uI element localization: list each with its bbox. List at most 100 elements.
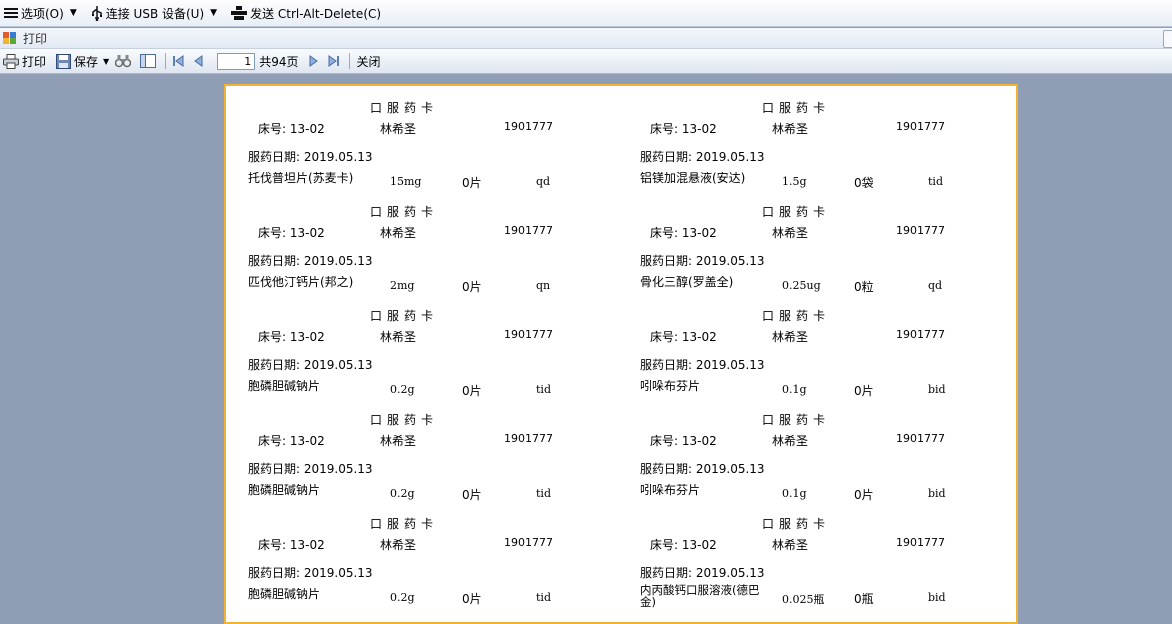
medication-card: 口服药卡 床号: 13-02 林希圣 1901777 服药日期: 2019.05… <box>226 294 616 398</box>
drug-dose: 0.2g <box>390 591 415 604</box>
usb-menu[interactable]: 连接 USB 设备(U) ▼ <box>91 2 217 24</box>
medication-card: 口服药卡 床号: 13-02 林希圣 1901777 服药日期: 2019.05… <box>226 502 616 606</box>
bed-number: 床号: 13-02 <box>258 122 325 136</box>
options-menu[interactable]: 选项(O) ▼ <box>4 2 77 24</box>
medication-date: 服药日期: 2019.05.13 <box>248 150 373 164</box>
chevron-down-icon: ▼ <box>210 8 218 18</box>
drug-quantity: 0粒 <box>854 280 874 294</box>
last-page-button[interactable] <box>325 50 346 72</box>
options-menu-label: 选项(O) <box>21 6 64 21</box>
first-page-icon <box>173 55 184 67</box>
save-dropdown-icon[interactable]: ▼ <box>103 57 109 66</box>
toolbar-separator <box>349 53 351 69</box>
bed-number: 床号: 13-02 <box>258 330 325 344</box>
medication-card: 口服药卡 床号: 13-02 林希圣 1901777 服药日期: 2019.05… <box>618 294 1008 398</box>
print-window-titlebar: 打印 <box>0 28 1172 49</box>
drug-quantity: 0片 <box>462 592 482 606</box>
page-layout-icon <box>140 54 157 68</box>
drug-quantity: 0袋 <box>854 176 874 190</box>
drug-quantity: 0瓶 <box>854 592 874 606</box>
medication-card: 口服药卡 床号: 13-02 林希圣 1901777 服药日期: 2019.05… <box>618 86 1008 190</box>
keyboard-icon <box>231 6 248 20</box>
print-button-label: 打印 <box>22 54 47 69</box>
drug-name: 胞磷胆碱钠片 <box>248 380 321 392</box>
bed-number: 床号: 13-02 <box>650 226 717 240</box>
drug-frequency: tid <box>928 175 943 188</box>
drug-frequency: qd <box>928 279 943 292</box>
print-app-icon <box>3 32 16 44</box>
drug-frequency: bid <box>928 591 946 604</box>
window-edge-handle[interactable] <box>1163 30 1172 48</box>
floppy-disk-icon <box>56 53 72 69</box>
drug-dose: 0.2g <box>390 383 415 396</box>
usb-icon <box>91 6 102 21</box>
card-title: 口服药卡 <box>370 205 439 219</box>
patient-id: 1901777 <box>896 224 945 237</box>
patient-name: 林希圣 <box>380 538 417 552</box>
card-title: 口服药卡 <box>370 309 439 323</box>
drug-quantity: 0片 <box>462 176 482 190</box>
drug-quantity: 0片 <box>462 280 482 294</box>
print-preview-page[interactable]: 口服药卡 床号: 13-02 林希圣 1901777 服药日期: 2019.05… <box>224 84 1018 624</box>
patient-id: 1901777 <box>896 120 945 133</box>
first-page-button[interactable] <box>169 50 190 72</box>
card-title: 口服药卡 <box>370 413 439 427</box>
drug-dose: 0.1g <box>782 383 807 396</box>
patient-id: 1901777 <box>504 328 553 341</box>
card-title: 口服药卡 <box>370 101 439 115</box>
next-page-icon <box>309 55 319 67</box>
card-title: 口服药卡 <box>762 413 831 427</box>
medication-card: 口服药卡 床号: 13-02 林希圣 1901777 服药日期: 2019.05… <box>226 398 616 502</box>
medication-card: 口服药卡 床号: 13-02 林希圣 1901777 服药日期: 2019.05… <box>618 398 1008 502</box>
bed-number: 床号: 13-02 <box>258 434 325 448</box>
medication-date: 服药日期: 2019.05.13 <box>640 150 765 164</box>
page-total-label: 共94页 <box>259 54 299 69</box>
medication-date: 服药日期: 2019.05.13 <box>640 566 765 580</box>
patient-id: 1901777 <box>504 536 553 549</box>
send-cad-button[interactable]: 发送 Ctrl-Alt-Delete(C) <box>231 2 381 24</box>
medication-card: 口服药卡 床号: 13-02 林希圣 1901777 服药日期: 2019.05… <box>226 190 616 294</box>
patient-name: 林希圣 <box>380 434 417 448</box>
previous-page-button[interactable] <box>190 50 209 72</box>
patient-id: 1901777 <box>504 432 553 445</box>
drug-dose: 2mg <box>390 279 415 292</box>
last-page-icon <box>328 55 340 67</box>
hamburger-icon <box>4 8 18 18</box>
save-button[interactable]: 保存 <box>53 50 101 72</box>
drug-frequency: tid <box>536 487 551 500</box>
bed-number: 床号: 13-02 <box>650 330 717 344</box>
card-title: 口服药卡 <box>762 205 831 219</box>
patient-name: 林希圣 <box>380 226 417 240</box>
page-setup-button[interactable] <box>137 50 162 72</box>
page-number-input[interactable] <box>217 52 256 70</box>
drug-frequency: bid <box>928 383 946 396</box>
drug-frequency: qd <box>536 175 551 188</box>
drug-dose: 0.025瓶 <box>782 593 825 606</box>
drug-name: 内丙酸钙口服溶液(德巴金) <box>640 584 760 608</box>
drug-quantity: 0片 <box>462 384 482 398</box>
card-title: 口服药卡 <box>762 309 831 323</box>
card-title: 口服药卡 <box>762 517 831 531</box>
patient-id: 1901777 <box>896 328 945 341</box>
drug-name: 骨化三醇(罗盖全) <box>640 276 734 288</box>
drug-name: 吲哚布芬片 <box>640 380 701 392</box>
close-button-label: 关闭 <box>356 54 381 69</box>
drug-quantity: 0片 <box>854 384 874 398</box>
save-button-label: 保存 <box>74 54 99 69</box>
medication-card: 口服药卡 床号: 13-02 林希圣 1901777 服药日期: 2019.05… <box>618 190 1008 294</box>
print-button[interactable]: 打印 <box>0 50 49 72</box>
patient-name: 林希圣 <box>772 538 809 552</box>
drug-dose: 0.25ug <box>782 279 821 292</box>
next-page-button[interactable] <box>306 50 325 72</box>
bed-number: 床号: 13-02 <box>258 226 325 240</box>
bed-number: 床号: 13-02 <box>258 538 325 552</box>
close-button[interactable]: 关闭 <box>353 50 383 72</box>
find-button[interactable] <box>112 50 137 72</box>
patient-id: 1901777 <box>504 120 553 133</box>
binoculars-icon <box>115 55 132 68</box>
previous-page-icon <box>194 55 203 67</box>
medication-date: 服药日期: 2019.05.13 <box>640 358 765 372</box>
patient-id: 1901777 <box>896 432 945 445</box>
print-preview-toolbar: 打印 保存 ▼ 共94页 关闭 <box>0 49 1172 74</box>
drug-name: 胞磷胆碱钠片 <box>248 588 321 600</box>
